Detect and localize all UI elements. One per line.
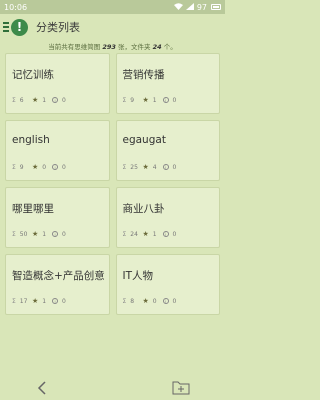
sigma-icon: Σ — [12, 163, 16, 171]
info-count: 0 — [172, 230, 177, 238]
sigma-icon: Σ — [122, 96, 127, 104]
info-icon: i — [52, 164, 58, 170]
app-bar: ! 分类列表 — [0, 14, 225, 40]
star-count: 1 — [152, 230, 157, 238]
category-stats: Σ6 ★ 1 i0 — [12, 96, 72, 104]
star-icon: ★ — [32, 230, 39, 238]
map-total: 25 — [130, 163, 138, 171]
map-total: 9 — [19, 163, 24, 171]
map-total: 8 — [130, 297, 135, 305]
app-logo[interactable]: ! — [11, 18, 28, 36]
star-count: 4 — [152, 163, 157, 171]
star-count: 0 — [152, 297, 157, 305]
star-icon: ★ — [142, 230, 149, 238]
star-icon: ★ — [142, 163, 149, 171]
map-count: 293 — [102, 43, 116, 51]
category-stats: Σ 24 ★ 1 i0 — [123, 230, 183, 238]
sigma-icon: Σ — [12, 230, 16, 238]
category-name: egaugat — [122, 134, 166, 146]
category-name: english — [12, 134, 50, 146]
category-card[interactable]: 营销传播 Σ9 ★ 1 i0 — [115, 53, 220, 114]
star-icon: ★ — [142, 297, 149, 305]
sigma-icon: Σ — [12, 96, 16, 104]
info-count: 0 — [62, 230, 66, 238]
star-icon: ★ — [32, 96, 39, 104]
category-card[interactable]: 记忆训练 Σ6 ★ 1 i0 — [5, 53, 110, 114]
star-count: 1 — [152, 96, 157, 104]
category-name: 智造概念+产品创意 — [12, 270, 105, 282]
category-card[interactable]: egaugat Σ 25 ★ 4 i0 — [115, 120, 220, 181]
category-card[interactable]: 智造概念+产品创意 Σ 17 ★ 1 i0 — [5, 254, 110, 315]
sigma-icon: Σ — [12, 297, 16, 305]
star-count: 0 — [42, 163, 47, 171]
map-total: 6 — [19, 96, 24, 104]
category-name: 商业八卦 — [122, 203, 165, 215]
category-name: 哪里哪里 — [12, 203, 54, 215]
map-total: 17 — [19, 297, 28, 305]
battery-icon — [211, 4, 221, 10]
info-icon: i — [52, 97, 58, 103]
category-stats: Σ 25 ★ 4 i0 — [123, 163, 183, 171]
category-grid: 记忆训练 Σ6 ★ 1 i0 营销传播 Σ9 ★ 1 i0 english Σ9 ★… — [0, 53, 225, 315]
star-count: 1 — [42, 230, 47, 238]
bottom-bar — [0, 374, 225, 400]
category-card[interactable]: english Σ9 ★ 0 i0 — [5, 120, 110, 181]
info-icon: i — [162, 97, 169, 103]
info-count: 0 — [172, 96, 177, 104]
star-count: 1 — [42, 96, 47, 104]
signal-icon — [185, 2, 194, 12]
category-card[interactable]: 商业八卦 Σ 24 ★ 1 i0 — [115, 187, 220, 248]
category-stats: Σ 17 ★ 1 i0 — [12, 297, 72, 305]
category-card[interactable]: IT人物 Σ8 ★ 0 i0 — [115, 254, 220, 315]
map-total: 24 — [130, 230, 138, 238]
category-name: 记忆训练 — [12, 69, 54, 81]
info-count: 0 — [172, 163, 177, 171]
sigma-icon: Σ — [122, 230, 127, 238]
wifi-icon — [173, 2, 183, 12]
star-icon: ★ — [142, 96, 149, 104]
category-name: 营销传播 — [122, 69, 165, 81]
info-count: 0 — [62, 297, 66, 305]
category-card[interactable]: 哪里哪里 Σ 50 ★ 1 i0 — [5, 187, 110, 248]
map-total: 50 — [19, 230, 28, 238]
star-count: 1 — [42, 297, 47, 305]
map-total: 9 — [130, 96, 135, 104]
category-stats: Σ9 ★ 0 i0 — [12, 163, 72, 171]
category-stats: Σ8 ★ 0 i0 — [123, 297, 183, 305]
info-count: 0 — [62, 163, 66, 171]
info-count: 0 — [172, 297, 177, 305]
add-folder-icon[interactable] — [172, 379, 190, 395]
back-arrow-icon[interactable] — [36, 380, 48, 395]
category-stats: Σ9 ★ 1 i0 — [123, 96, 183, 104]
info-icon: i — [52, 231, 58, 237]
battery-level: 97 — [196, 2, 207, 12]
summary-text: 当前共有思维简图 293 张，文件夹 24 个。 — [48, 43, 177, 51]
info-icon: i — [52, 298, 58, 304]
info-icon: i — [162, 298, 169, 304]
sigma-icon: Σ — [122, 297, 127, 305]
category-stats: Σ 50 ★ 1 i0 — [12, 230, 72, 238]
info-icon: i — [162, 231, 169, 237]
star-icon: ★ — [32, 163, 39, 171]
info-count: 0 — [62, 96, 66, 104]
sigma-icon: Σ — [122, 163, 127, 171]
info-icon: i — [162, 164, 169, 170]
star-icon: ★ — [32, 297, 39, 305]
status-bar: 10:06 97 — [0, 0, 225, 14]
status-time: 10:06 — [4, 2, 28, 12]
category-name: IT人物 — [122, 270, 154, 282]
menu-icon[interactable] — [3, 22, 9, 32]
page-title: 分类列表 — [36, 21, 80, 34]
folder-count: 24 — [152, 43, 162, 51]
